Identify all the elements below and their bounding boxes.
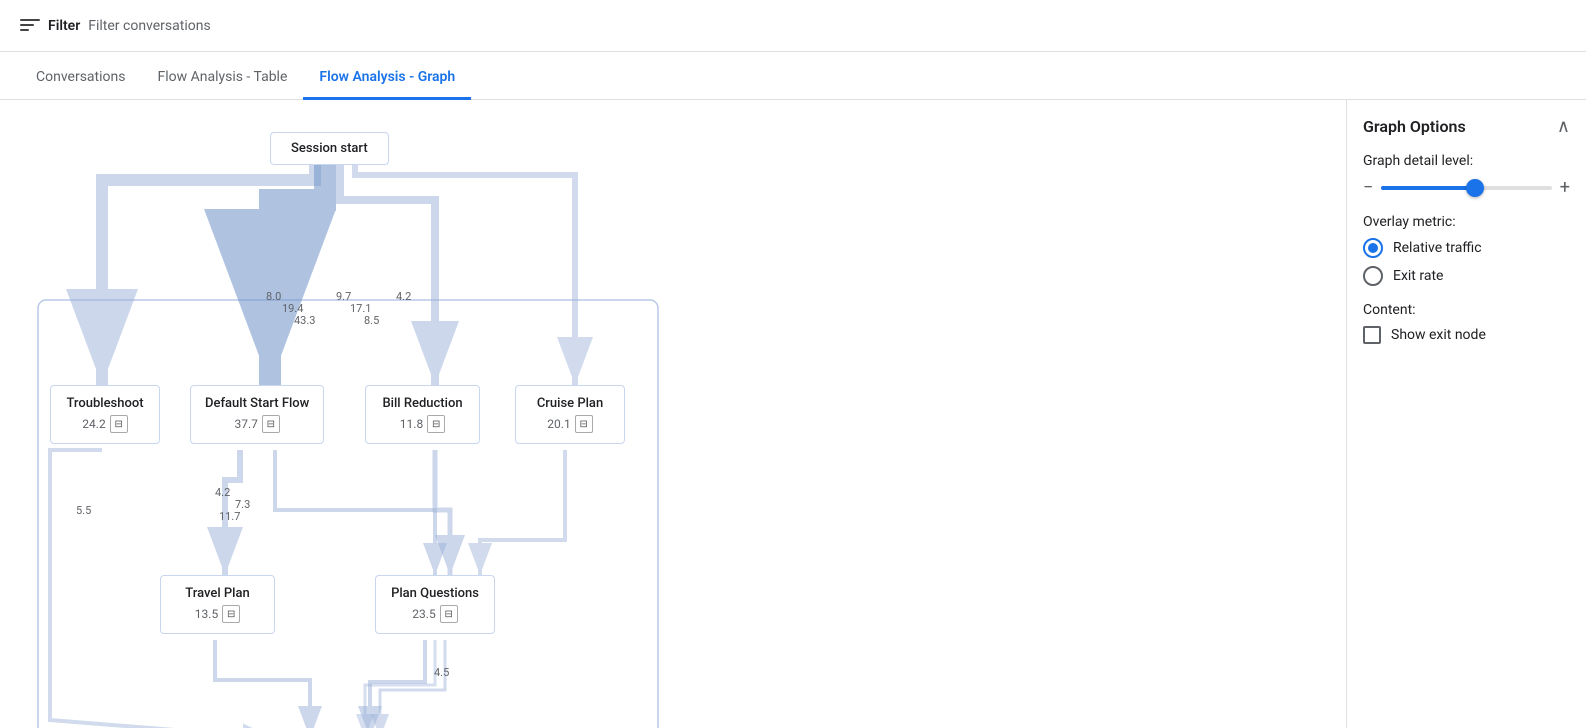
node-bill-reduction-label: Bill Reduction <box>382 396 462 411</box>
edge-label-e8: 5.5 <box>76 504 91 517</box>
graph-area[interactable]: Session start 8.0 19.4 43.3 9.7 17.1 8.5… <box>0 100 1346 728</box>
edge-label-e1: 8.0 <box>266 290 281 303</box>
node-bill-reduction-row: 11.8 ⊟ <box>400 415 445 433</box>
node-plan-questions-row: 23.5 ⊟ <box>412 605 457 623</box>
edge-label-e4: 9.7 <box>336 290 351 303</box>
edge-label-e6: 8.5 <box>364 314 379 327</box>
filter-icon <box>20 19 40 33</box>
detail-level-slider[interactable] <box>1381 186 1551 190</box>
node-troubleshoot-value: 24.2 <box>82 417 105 431</box>
show-exit-node-label: Show exit node <box>1391 327 1486 343</box>
collapse-button[interactable]: ∧ <box>1557 116 1570 137</box>
edge-label-e11: 11.7 <box>219 510 240 523</box>
node-travel-plan[interactable]: Travel Plan 13.5 ⊟ <box>160 575 275 634</box>
detail-level-section: Graph detail level: − + <box>1363 153 1570 198</box>
tab-flow-graph[interactable]: Flow Analysis - Graph <box>303 57 471 100</box>
filter-description: Filter conversations <box>88 18 210 34</box>
overlay-metric-section: Overlay metric: Relative traffic Exit ra… <box>1363 214 1570 286</box>
node-cruise-plan[interactable]: Cruise Plan 20.1 ⊟ <box>515 385 625 444</box>
node-troubleshoot-label: Troubleshoot <box>66 396 143 411</box>
tab-conversations[interactable]: Conversations <box>20 57 141 100</box>
node-troubleshoot[interactable]: Troubleshoot 24.2 ⊟ <box>50 385 160 444</box>
node-bill-reduction-icon[interactable]: ⊟ <box>427 415 445 433</box>
slider-plus-icon[interactable]: + <box>1560 177 1570 198</box>
node-default-start[interactable]: Default Start Flow 37.7 ⊟ <box>190 385 324 444</box>
edge-label-e9: 4.2 <box>215 486 230 499</box>
radio-exit-rate-label: Exit rate <box>1393 268 1443 284</box>
node-plan-questions[interactable]: Plan Questions 23.5 ⊟ <box>375 575 495 634</box>
node-travel-plan-icon[interactable]: ⊟ <box>222 605 240 623</box>
node-default-start-icon[interactable]: ⊟ <box>262 415 280 433</box>
node-default-start-row: 37.7 ⊟ <box>234 415 279 433</box>
edge-label-e3: 43.3 <box>294 314 315 327</box>
node-cruise-plan-label: Cruise Plan <box>537 396 603 411</box>
panel-header: Graph Options ∧ <box>1363 116 1570 137</box>
edge-label-e12: 4.5 <box>434 666 449 679</box>
node-cruise-plan-row: 20.1 ⊟ <box>547 415 592 433</box>
overlay-metric-label: Overlay metric: <box>1363 214 1570 230</box>
slider-fill <box>1381 186 1475 190</box>
graph-container: Session start 8.0 19.4 43.3 9.7 17.1 8.5… <box>20 120 1326 720</box>
panel-title: Graph Options <box>1363 117 1466 136</box>
radio-relative-traffic-circle[interactable] <box>1363 238 1383 258</box>
node-travel-plan-row: 13.5 ⊟ <box>195 605 240 623</box>
radio-exit-rate-circle[interactable] <box>1363 266 1383 286</box>
show-exit-node-option[interactable]: Show exit node <box>1363 326 1570 344</box>
slider-thumb[interactable] <box>1466 179 1484 197</box>
node-plan-questions-icon[interactable]: ⊟ <box>440 605 458 623</box>
node-cruise-plan-value: 20.1 <box>547 417 570 431</box>
radio-relative-traffic-label: Relative traffic <box>1393 240 1482 256</box>
detail-level-label: Graph detail level: <box>1363 153 1570 169</box>
node-bill-reduction[interactable]: Bill Reduction 11.8 ⊟ <box>365 385 480 444</box>
node-default-start-label: Default Start Flow <box>205 396 309 411</box>
node-troubleshoot-row: 24.2 ⊟ <box>82 415 127 433</box>
node-plan-questions-value: 23.5 <box>412 607 435 621</box>
node-session-start-label: Session start <box>291 141 368 156</box>
radio-relative-traffic[interactable]: Relative traffic <box>1363 238 1570 258</box>
slider-row: − + <box>1363 177 1570 198</box>
node-bill-reduction-value: 11.8 <box>400 417 423 431</box>
content-label: Content: <box>1363 302 1570 318</box>
node-plan-questions-label: Plan Questions <box>391 586 479 601</box>
graph-options-panel: Graph Options ∧ Graph detail level: − + … <box>1346 100 1586 728</box>
filter-bar: Filter Filter conversations <box>0 0 1586 52</box>
node-default-start-value: 37.7 <box>234 417 257 431</box>
main-content: Session start 8.0 19.4 43.3 9.7 17.1 8.5… <box>0 100 1586 728</box>
edge-label-e7: 4.2 <box>396 290 411 303</box>
tabs-container: Conversations Flow Analysis - Table Flow… <box>0 52 1586 100</box>
node-cruise-plan-icon[interactable]: ⊟ <box>575 415 593 433</box>
node-travel-plan-value: 13.5 <box>195 607 218 621</box>
radio-exit-rate[interactable]: Exit rate <box>1363 266 1570 286</box>
node-travel-plan-label: Travel Plan <box>185 586 249 601</box>
tab-flow-table[interactable]: Flow Analysis - Table <box>141 57 303 100</box>
show-exit-node-checkbox[interactable] <box>1363 326 1381 344</box>
node-session-start[interactable]: Session start <box>270 132 389 165</box>
slider-minus-icon[interactable]: − <box>1363 177 1373 198</box>
content-section: Content: Show exit node <box>1363 302 1570 344</box>
node-troubleshoot-icon[interactable]: ⊟ <box>110 415 128 433</box>
filter-label: Filter <box>48 18 80 34</box>
